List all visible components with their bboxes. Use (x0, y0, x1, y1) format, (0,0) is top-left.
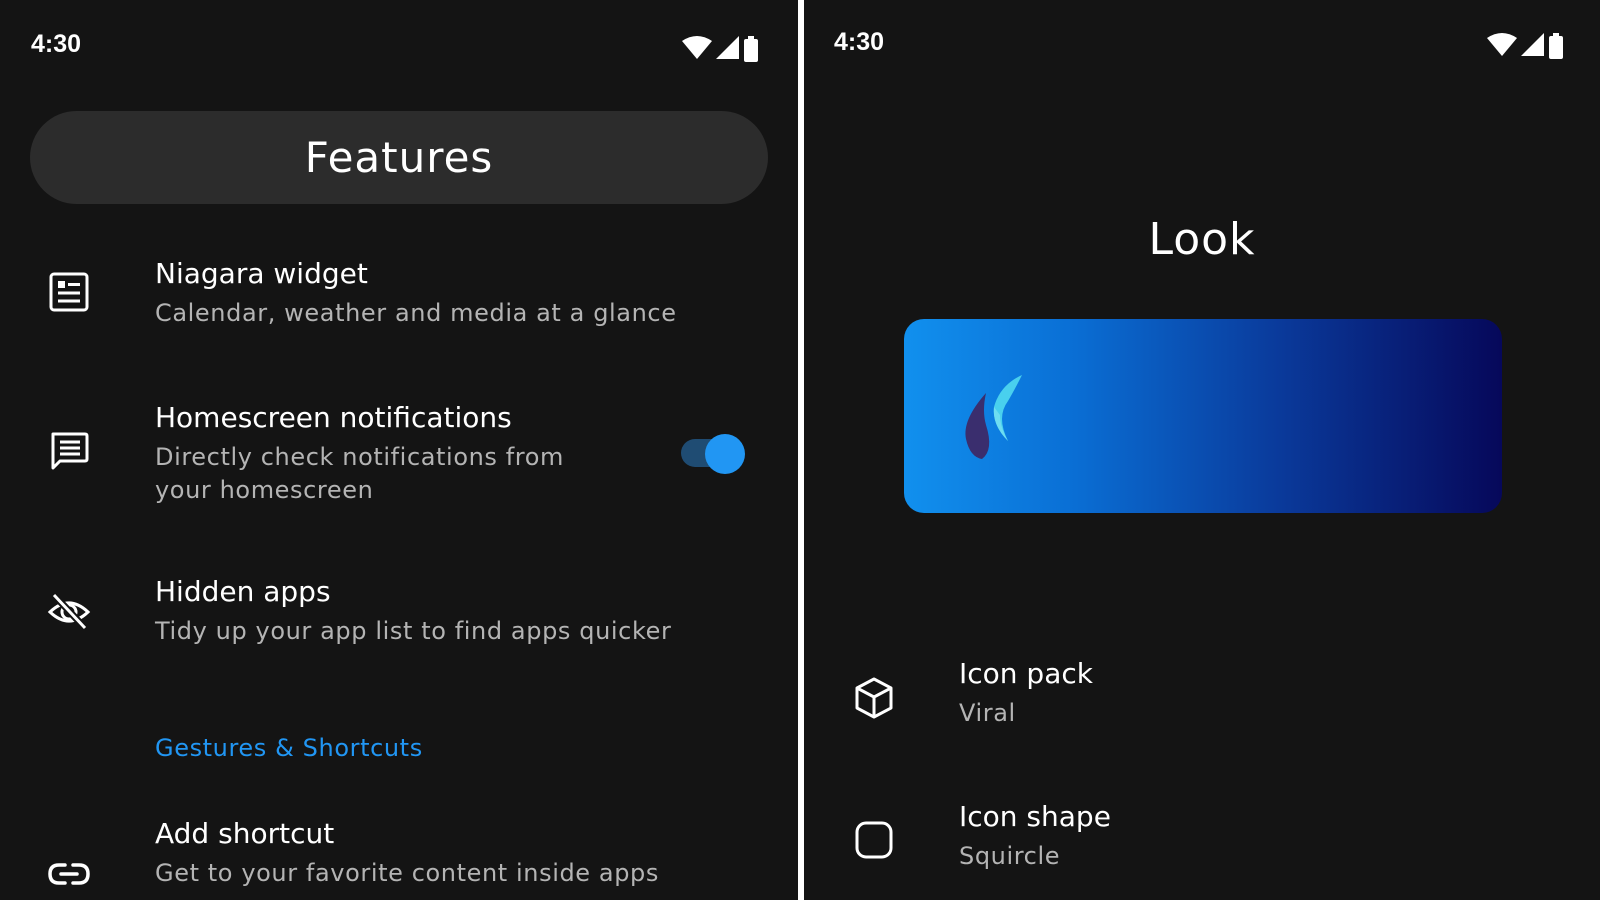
item-title: Icon pack (959, 657, 1093, 690)
notifications-toggle[interactable] (681, 432, 747, 474)
page-title: Look (1148, 214, 1256, 265)
look-screen: 4:30 Look Icon pack Viral Icon shape Squ… (804, 0, 1600, 900)
item-title: Niagara widget (155, 257, 368, 290)
item-subtitle: Calendar, weather and media at a glance (155, 299, 677, 327)
item-title: Icon shape (959, 800, 1111, 833)
status-time: 4:30 (31, 30, 82, 58)
signal-icon (1521, 33, 1544, 56)
cube-icon (855, 677, 893, 719)
status-icons (682, 36, 758, 62)
battery-icon (1549, 33, 1563, 59)
theme-preview-card[interactable] (904, 319, 1502, 513)
article-icon (49, 272, 89, 312)
wifi-icon (1487, 33, 1517, 56)
chat-icon (51, 432, 89, 470)
status-icons (1487, 33, 1563, 59)
item-subtitle: Viral (959, 699, 1016, 727)
item-title: Homescreen notifications (155, 401, 512, 434)
features-screen: 4:30 Features Niagara widget Calendar, w… (0, 0, 798, 900)
battery-icon (744, 36, 758, 62)
wifi-icon (682, 36, 712, 59)
item-subtitle: Get to your favorite content inside apps (155, 859, 659, 887)
eye-off-icon (47, 592, 91, 631)
page-title: Features (30, 111, 768, 204)
squircle-icon (855, 821, 893, 859)
signal-icon (716, 36, 739, 59)
link-icon (48, 863, 90, 885)
section-header-gestures: Gestures & Shortcuts (155, 734, 423, 762)
item-subtitle: Tidy up your app list to find apps quick… (155, 617, 672, 645)
item-subtitle-line-1: Directly check notifications from (155, 443, 565, 471)
item-subtitle: Squircle (959, 842, 1061, 870)
toggle-thumb (705, 434, 745, 474)
item-title: Hidden apps (155, 575, 331, 608)
niagara-logo-icon (965, 375, 1022, 459)
item-subtitle-line-2: your homescreen (155, 476, 374, 504)
status-time: 4:30 (834, 28, 885, 56)
item-title: Add shortcut (155, 817, 335, 850)
